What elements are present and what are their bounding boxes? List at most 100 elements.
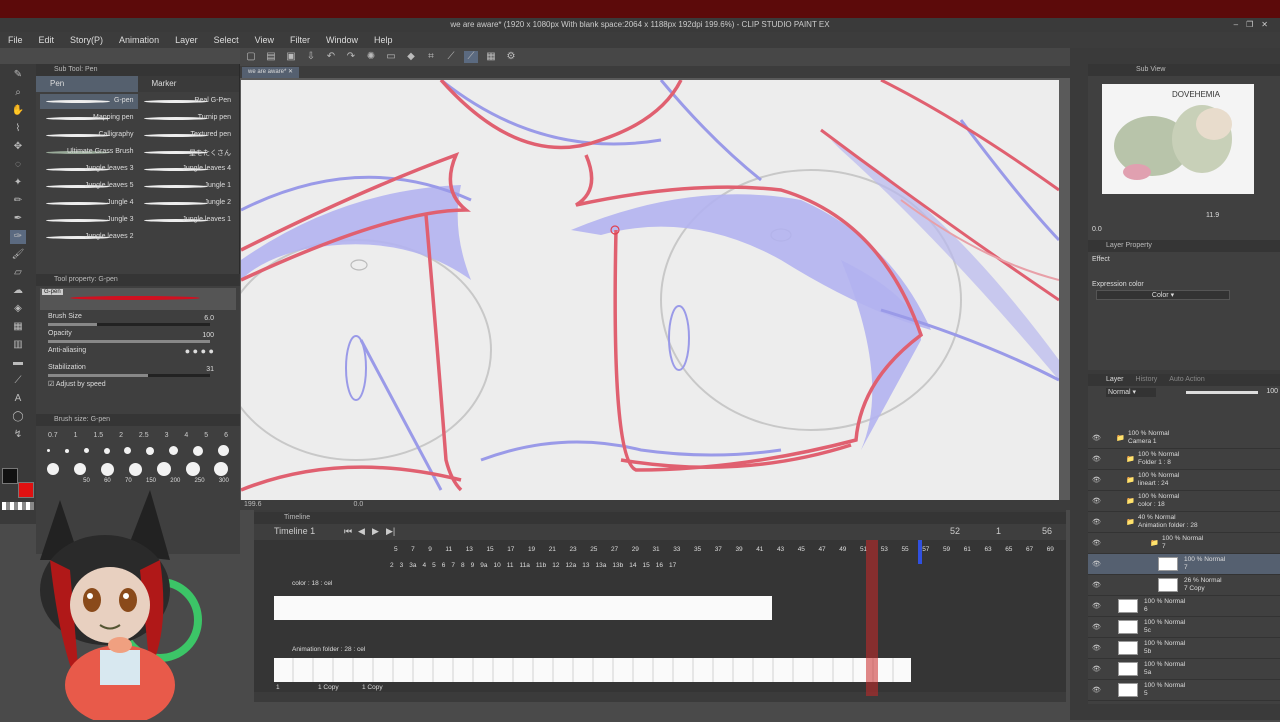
layer-row[interactable]: 👁 📁 100 % Normal lineart : 24	[1088, 470, 1280, 491]
layer-row[interactable]: 👁 📁 100 % Normal Camera 1	[1088, 428, 1280, 449]
layer-row[interactable]: 👁 📁 100 % Normal 7	[1088, 533, 1280, 554]
angle-readout[interactable]: 0.0	[353, 501, 363, 508]
stabilization-slider[interactable]: Stabilization 31	[36, 363, 240, 380]
first-frame-icon[interactable]: ⏮	[344, 526, 352, 537]
save-icon[interactable]: ▣	[284, 51, 298, 63]
magic-wand-icon[interactable]: ✦	[10, 176, 26, 190]
zoom-readout[interactable]: 199.6	[244, 501, 262, 508]
undo-icon[interactable]: ↶	[324, 51, 338, 63]
next-frame-icon[interactable]: ▶|	[386, 526, 395, 537]
opacity-slider[interactable]: Opacity 100	[36, 329, 240, 346]
subview-angle[interactable]: 0.0	[1092, 226, 1102, 233]
menu-file[interactable]: File	[0, 35, 31, 45]
pen-tool-icon[interactable]: ✎	[10, 68, 26, 82]
track-cels-color[interactable]	[274, 596, 772, 620]
new-file-icon[interactable]: ▢	[244, 51, 258, 63]
brush-item[interactable]: Jungle leaves 3	[40, 162, 138, 177]
open-file-icon[interactable]: ▤	[264, 51, 278, 63]
menu-help[interactable]: Help	[366, 35, 401, 45]
minimize-icon[interactable]: –	[1234, 20, 1246, 29]
menu-view[interactable]: View	[247, 35, 282, 45]
visibility-eye-icon[interactable]: 👁	[1092, 455, 1101, 463]
visibility-eye-icon[interactable]: 👁	[1092, 623, 1101, 631]
pen-icon[interactable]: ✒	[10, 212, 26, 226]
size-option[interactable]: 1.5	[93, 432, 103, 439]
tab-pen[interactable]: Pen	[36, 76, 138, 92]
brush-item[interactable]: Jungle 1	[138, 179, 236, 194]
play-icon[interactable]: ▶	[372, 526, 379, 537]
reference-thumbnail[interactable]: DOVEHEMIA	[1102, 84, 1254, 194]
timeline-name[interactable]: Timeline 1	[274, 526, 315, 536]
tab-marker[interactable]: Marker	[137, 76, 239, 92]
brush-item[interactable]: Jungle leaves 1	[138, 213, 236, 228]
visibility-eye-icon[interactable]: 👁	[1092, 539, 1101, 547]
layer-opacity-slider[interactable]	[1186, 391, 1258, 394]
gpen-icon[interactable]: ✑	[10, 230, 26, 244]
visibility-eye-icon[interactable]: 👁	[1092, 560, 1101, 568]
checkbox-icon[interactable]: ☑	[48, 381, 56, 388]
size-option[interactable]: 5	[204, 432, 208, 439]
size-option[interactable]: 3	[165, 432, 169, 439]
ruler-icon[interactable]: ⟋	[10, 374, 26, 388]
lasso-icon[interactable]: ◌	[10, 158, 26, 172]
visibility-eye-icon[interactable]: 👁	[1092, 602, 1101, 610]
text-icon[interactable]: A	[10, 392, 26, 406]
track-label-animation-folder[interactable]: Animation folder : 28 : cel	[292, 646, 365, 653]
brush-item[interactable]: Textured pen	[138, 128, 236, 143]
redo-icon[interactable]: ↷	[344, 51, 358, 63]
visibility-eye-icon[interactable]: 👁	[1092, 476, 1101, 484]
start-frame[interactable]: 1	[996, 526, 1001, 536]
settings-icon[interactable]: ⚙	[504, 51, 518, 63]
antialias-option-icons[interactable]: ● ● ● ●	[185, 346, 214, 356]
grid-icon[interactable]: ▦	[484, 51, 498, 63]
snap-ruler-icon[interactable]: ⟋	[444, 51, 458, 63]
size-option[interactable]: 0.7	[48, 432, 58, 439]
eyedropper-icon[interactable]: ⌇	[10, 122, 26, 136]
menu-window[interactable]: Window	[318, 35, 366, 45]
layer-row[interactable]: 👁 100 % Normal 5b	[1088, 638, 1280, 659]
menu-animation[interactable]: Animation	[111, 35, 167, 45]
clear-icon[interactable]: ▭	[384, 51, 398, 63]
layer-row[interactable]: 👁 100 % Normal 5c	[1088, 617, 1280, 638]
current-frame[interactable]: 52	[950, 526, 960, 536]
brush-size-slider[interactable]: Brush Size 6.0	[36, 312, 240, 329]
menu-edit[interactable]: Edit	[31, 35, 63, 45]
menu-filter[interactable]: Filter	[282, 35, 318, 45]
layer-row[interactable]: 👁 100 % Normal 5a	[1088, 659, 1280, 680]
tab-history[interactable]: History	[1136, 374, 1158, 386]
balloon-icon[interactable]: ◯	[10, 410, 26, 424]
frame-icon[interactable]: ▦	[10, 320, 26, 334]
brush-item[interactable]: Ultimate Grass Brush	[40, 145, 138, 160]
subview-zoom[interactable]: 11.9	[1206, 212, 1219, 219]
antialias-selector[interactable]: Anti-aliasing ● ● ● ●	[36, 346, 240, 363]
layer-opacity-value[interactable]: 100	[1266, 388, 1278, 395]
figure-icon[interactable]: ▬	[10, 356, 26, 370]
visibility-eye-icon[interactable]: 👁	[1092, 686, 1101, 694]
menu-story[interactable]: Story(P)	[62, 35, 111, 45]
fill-bucket-icon[interactable]: ◈	[10, 302, 26, 316]
layer-row[interactable]: 👁 100 % Normal 6	[1088, 596, 1280, 617]
maximize-icon[interactable]: ❐	[1246, 20, 1261, 29]
size-option[interactable]: 1	[74, 432, 78, 439]
brush-item[interactable]: G-pen	[40, 94, 138, 109]
visibility-eye-icon[interactable]: 👁	[1092, 434, 1101, 442]
transform-icon[interactable]: ⌗	[424, 51, 438, 63]
zoom-icon[interactable]: ⌕	[10, 86, 26, 100]
move-icon[interactable]: ✥	[10, 140, 26, 154]
brush-item[interactable]: Jungle 3	[40, 213, 138, 228]
size-option[interactable]: 6	[224, 432, 228, 439]
brush-item[interactable]: Jungle leaves 4	[138, 162, 236, 177]
size-option[interactable]: 4	[184, 432, 188, 439]
visibility-eye-icon[interactable]: 👁	[1092, 497, 1101, 505]
layer-row[interactable]: 👁 📁 100 % Normal Folder 1 : 8	[1088, 449, 1280, 470]
menu-layer[interactable]: Layer	[167, 35, 206, 45]
visibility-eye-icon[interactable]: 👁	[1092, 581, 1101, 589]
snap-special-icon[interactable]: ⟋	[464, 51, 478, 63]
size-dot-row[interactable]	[36, 439, 240, 456]
brush-item[interactable]: Jungle 2	[138, 196, 236, 211]
layer-row[interactable]: 👁 26 % Normal 7 Copy	[1088, 575, 1280, 596]
tab-layer[interactable]: Layer	[1106, 374, 1124, 386]
playhead[interactable]	[866, 540, 878, 696]
expression-color-dropdown[interactable]: Color ▾	[1096, 290, 1230, 300]
end-marker[interactable]	[918, 540, 922, 564]
